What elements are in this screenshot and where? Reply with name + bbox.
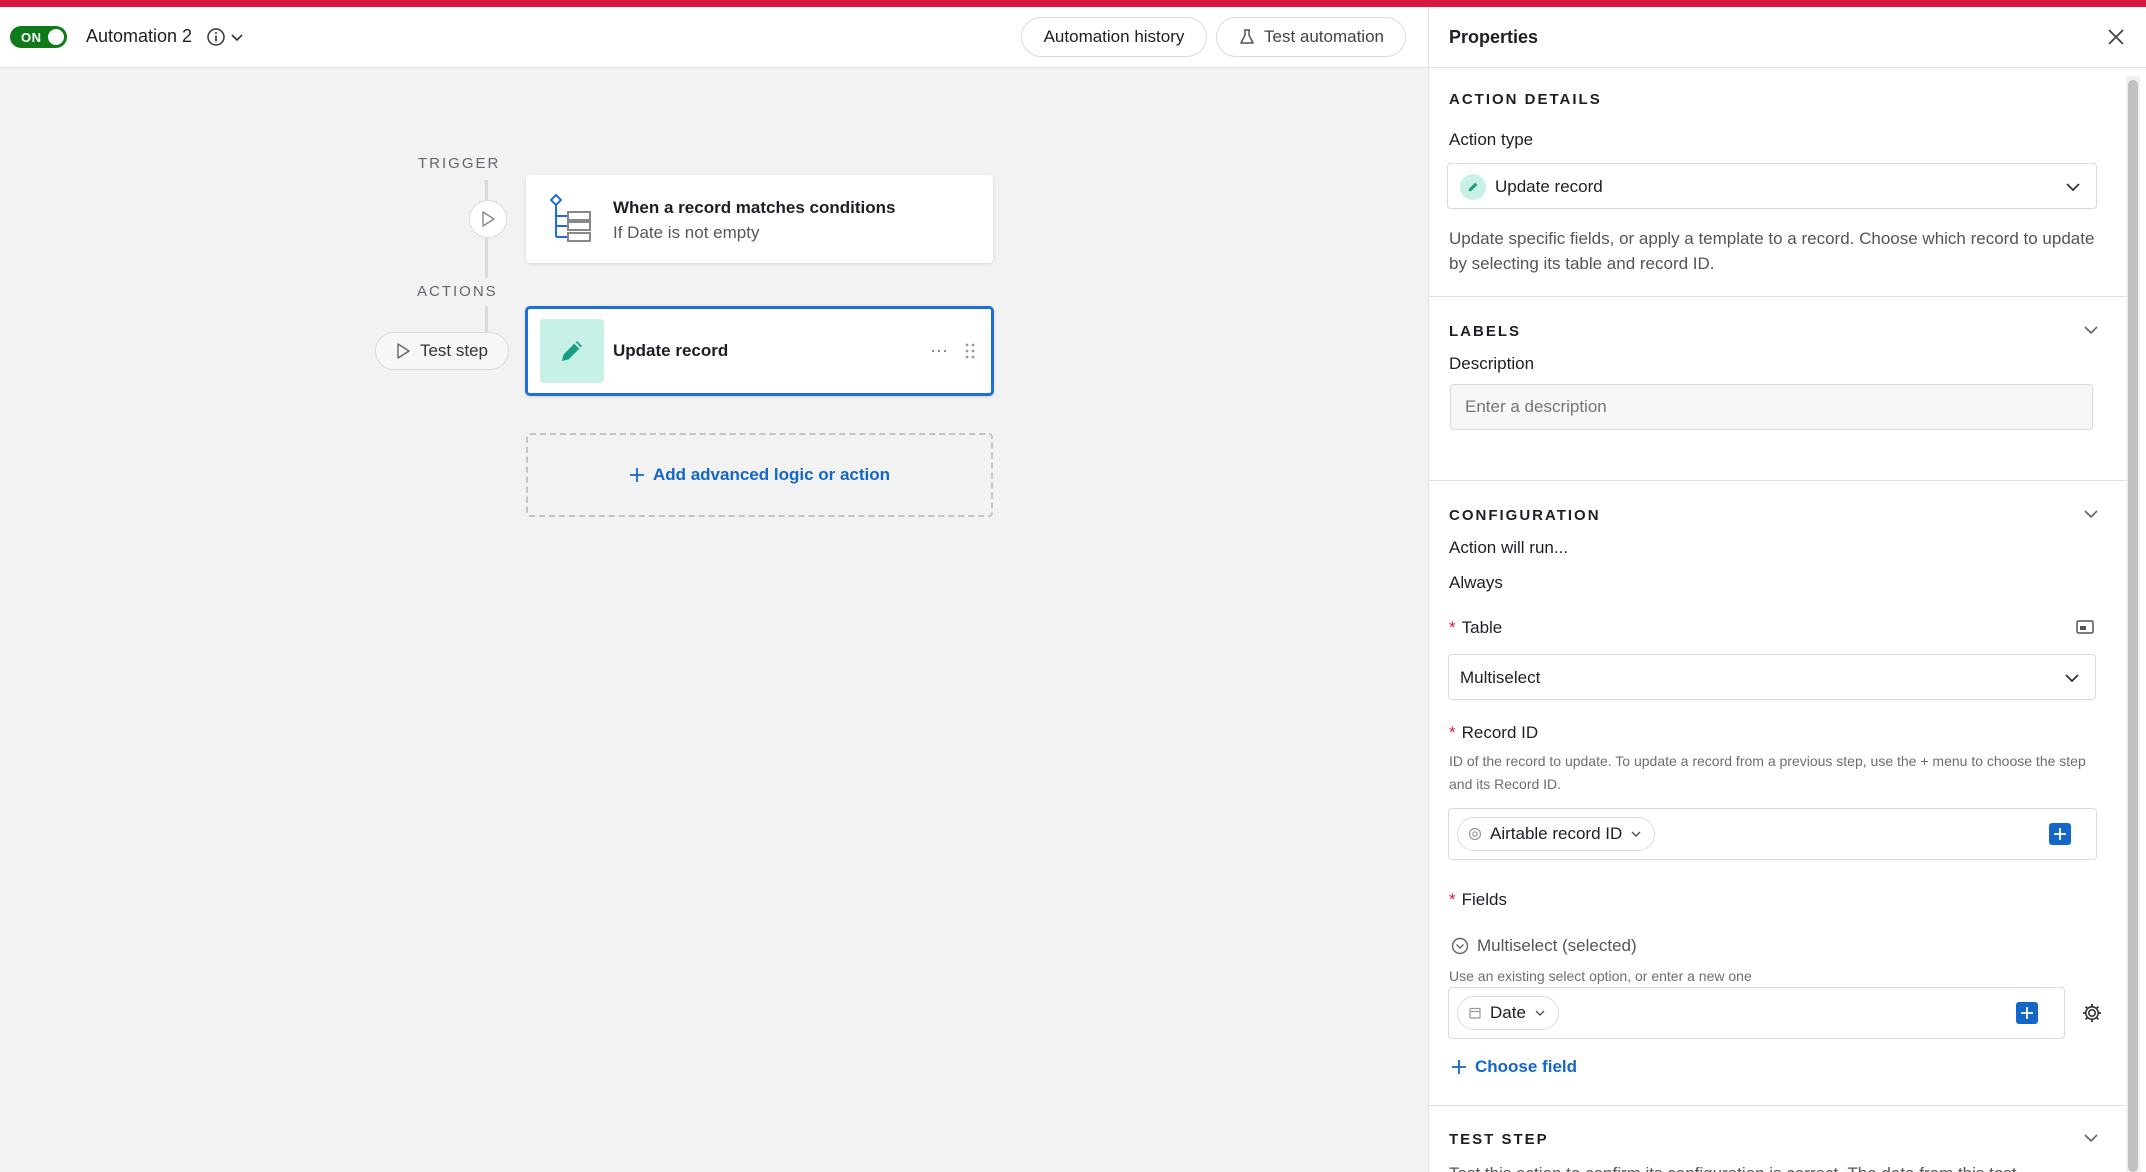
fields-label: * Fields — [1449, 890, 1507, 909]
record-id-label-text: Record ID — [1461, 723, 1539, 742]
info-icon — [207, 28, 225, 46]
panel-scrollbar[interactable] — [2126, 76, 2140, 1172]
flask-icon — [1240, 29, 1254, 44]
field-help: Use an existing select option, or enter … — [1449, 968, 1752, 984]
field-value-token[interactable]: Date — [1457, 996, 1559, 1030]
chevron-down-icon[interactable] — [2082, 505, 2100, 523]
trigger-subtitle: If Date is not empty — [613, 223, 760, 242]
action-icon — [540, 319, 604, 383]
add-logic-label: Add advanced logic or action — [652, 465, 891, 484]
calendar-icon — [1469, 1007, 1481, 1019]
action-card-update-record[interactable]: Update record ··· — [525, 306, 994, 396]
action-run-label: Action will run... — [1449, 538, 1569, 557]
trigger-run-button[interactable] — [469, 200, 507, 238]
field-row-header[interactable]: Multiselect (selected) — [1451, 936, 1637, 956]
record-id-input[interactable]: Airtable record ID — [1448, 808, 2097, 860]
table-select[interactable]: Multiselect — [1448, 654, 2096, 700]
action-title: Update record — [613, 341, 729, 360]
table-value: Multiselect — [1460, 668, 1541, 687]
pencil-icon — [1460, 174, 1486, 200]
gear-icon[interactable] — [2081, 1002, 2103, 1024]
toggle-knob — [48, 29, 64, 45]
more-icon[interactable]: ··· — [928, 336, 950, 364]
action-type-description: Update specific fields, or apply a templ… — [1449, 229, 2095, 273]
table-label: * Table — [1449, 618, 1503, 637]
plus-icon — [629, 468, 644, 482]
chevron-down-icon[interactable] — [2082, 1129, 2100, 1147]
record-id-label: * Record ID — [1449, 723, 1539, 742]
insert-token-button[interactable] — [2016, 1002, 2038, 1024]
chevron-down-icon — [2066, 183, 2080, 192]
choose-field-button[interactable]: Choose field — [1451, 1057, 1577, 1077]
trigger-card[interactable]: When a record matches conditions If Date… — [526, 175, 993, 263]
labels-heading: LABELS — [1449, 323, 1521, 340]
test-step-button[interactable]: Test step — [375, 332, 509, 370]
plus-icon — [2054, 828, 2066, 840]
close-icon[interactable] — [2104, 25, 2128, 49]
automation-info-button[interactable] — [206, 25, 250, 49]
choose-field-label: Choose field — [1475, 1057, 1578, 1076]
workflow-canvas: TRIGGER ACTIONS When a record matches co… — [0, 68, 1428, 1172]
record-id-help: ID of the record to update. To update a … — [1449, 753, 2086, 792]
divider — [1429, 296, 2126, 297]
chevron-down-icon — [1631, 831, 1641, 837]
panel-header: Properties — [1429, 7, 2146, 68]
action-details-heading: ACTION DETAILS — [1449, 91, 1602, 108]
at-sign-icon — [1468, 827, 1482, 841]
automation-header: ON Automation 2 Automation history Test … — [0, 7, 1428, 68]
play-icon — [397, 343, 410, 359]
play-icon — [482, 211, 495, 227]
panel-title: Properties — [1449, 27, 1539, 47]
divider — [1429, 480, 2126, 481]
chevron-down-icon — [1535, 1010, 1545, 1016]
chevron-down-icon — [231, 34, 243, 42]
connector-line — [485, 306, 488, 332]
record-id-token[interactable]: Airtable record ID — [1457, 817, 1656, 851]
plus-icon — [2021, 1007, 2033, 1019]
test-automation-button[interactable]: Test automation — [1216, 17, 1406, 57]
field-name: Multiselect (selected) — [1477, 936, 1637, 955]
automation-history-label: Automation history — [1043, 27, 1185, 46]
expand-icon[interactable] — [2075, 617, 2095, 637]
connector-line — [485, 238, 488, 278]
insert-token-button[interactable] — [2049, 823, 2071, 845]
configuration-heading: CONFIGURATION — [1449, 507, 1601, 524]
pencil-icon — [562, 341, 582, 361]
brand-stripe — [0, 0, 2146, 7]
automation-toggle[interactable]: ON — [10, 26, 67, 48]
automation-history-button[interactable]: Automation history — [1021, 17, 1207, 57]
test-step-text: Test this action to confirm its configur… — [1449, 1162, 2089, 1172]
properties-panel: Properties ACTION DETAILS Action type Up… — [1428, 7, 2146, 1172]
divider — [1429, 1105, 2126, 1106]
trigger-section-label: TRIGGER — [418, 155, 501, 172]
toggle-label: ON — [21, 30, 42, 45]
scrollbar-thumb[interactable] — [2128, 80, 2138, 1172]
chevron-down-icon — [2065, 674, 2079, 683]
test-step-heading: TEST STEP — [1449, 1131, 1549, 1148]
action-type-value: Update record — [1495, 177, 1603, 196]
record-id-token-label: Airtable record ID — [1490, 824, 1623, 843]
trigger-title: When a record matches conditions — [613, 198, 896, 217]
action-run-value: Always — [1449, 573, 1503, 592]
actions-section-label: ACTIONS — [417, 283, 498, 300]
fields-label-text: Fields — [1461, 890, 1507, 909]
test-automation-label: Test automation — [1263, 27, 1384, 46]
field-value-input[interactable]: Date — [1448, 987, 2065, 1039]
drag-handle-icon[interactable] — [964, 342, 976, 360]
chevron-down-icon[interactable] — [2082, 321, 2100, 339]
action-type-label: Action type — [1449, 130, 1534, 149]
action-type-select[interactable]: Update record — [1447, 163, 2097, 209]
add-logic-or-action-button[interactable]: Add advanced logic or action — [526, 433, 993, 517]
field-value-token-label: Date — [1490, 1003, 1526, 1022]
connector-line — [485, 180, 488, 200]
conditions-icon — [549, 193, 591, 242]
table-label-text: Table — [1461, 618, 1503, 637]
plus-icon — [1452, 1060, 1466, 1074]
description-label: Description — [1449, 354, 1535, 373]
description-input[interactable] — [1450, 384, 2093, 430]
automation-name[interactable]: Automation 2 — [86, 26, 192, 47]
test-step-label: Test step — [419, 341, 489, 360]
circle-chevron-icon — [1451, 937, 1469, 955]
